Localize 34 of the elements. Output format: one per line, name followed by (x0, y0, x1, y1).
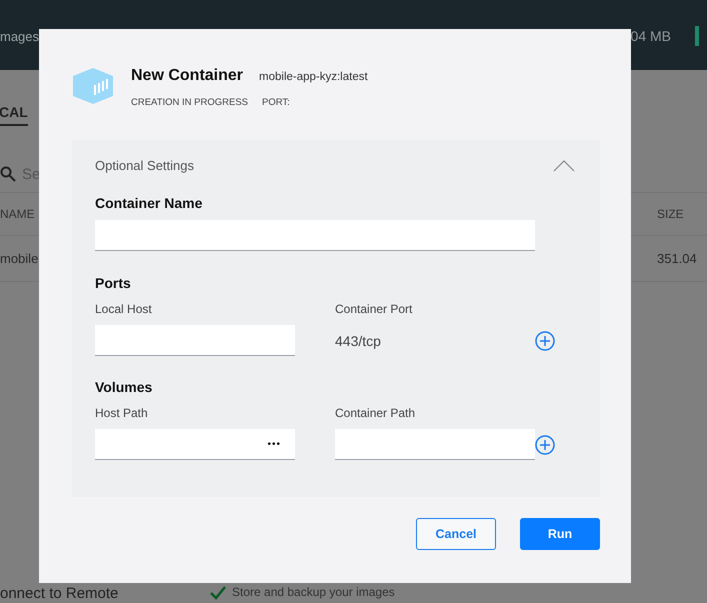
image-name: mobile-app-kyz:latest (259, 71, 368, 83)
cancel-button[interactable]: Cancel (416, 518, 496, 550)
column-header: NAME (0, 207, 35, 221)
input-field[interactable] (95, 220, 535, 251)
run-button[interactable]: Run (520, 518, 600, 550)
input-field[interactable] (335, 429, 535, 460)
bar-icon (693, 26, 701, 46)
section-heading: Ports (95, 275, 132, 291)
port-label: PORT: (262, 97, 290, 108)
status-text: CREATION IN PROGRESS (131, 97, 248, 108)
table-cell: mobile (0, 251, 38, 266)
port-value: 443/tcp (335, 332, 382, 348)
field-label: Container Port (335, 302, 414, 316)
check-icon (210, 586, 226, 600)
input-field[interactable]: ••• (95, 429, 295, 460)
dialog-title: New Container (131, 67, 244, 85)
add-icon[interactable] (535, 434, 555, 454)
section-title: onnect to Remote (0, 585, 120, 602)
section-title: Optional Settings (95, 158, 194, 173)
field-label: Container Name (95, 195, 204, 211)
search-icon (0, 166, 16, 182)
feature-text: Store and backup your images (232, 585, 395, 600)
input-field[interactable] (95, 325, 295, 356)
field-label: Container Path (335, 406, 416, 420)
chevron-up-icon[interactable] (553, 160, 575, 172)
column-header: SIZE (657, 207, 685, 221)
header-title: mages (0, 28, 40, 44)
section-heading: Volumes (95, 379, 154, 395)
field-label: Local Host (95, 302, 153, 316)
field-label: Host Path (95, 406, 149, 420)
add-icon[interactable] (535, 330, 555, 350)
container-icon (72, 67, 114, 105)
header-size: 04 MB (630, 28, 671, 44)
table-cell-text: 351.04 (657, 251, 698, 266)
